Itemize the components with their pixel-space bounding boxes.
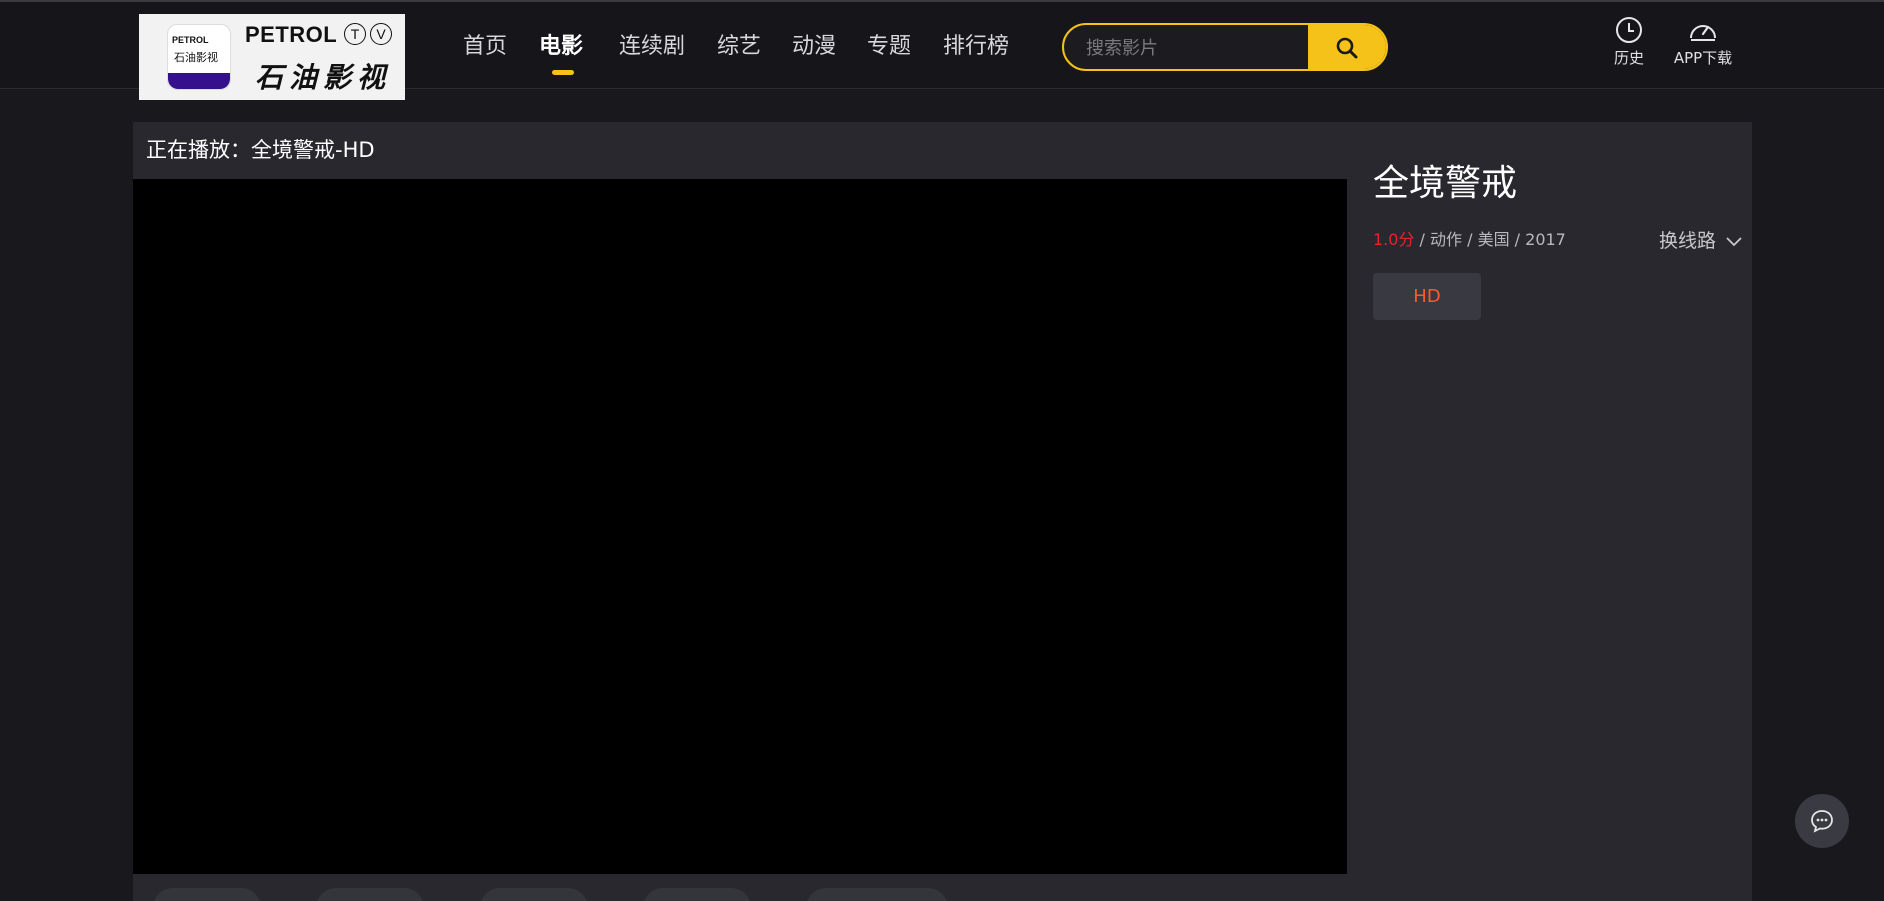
nav-item-home[interactable]: 首页 [463, 28, 507, 60]
logo-badge-cn: 石油影视 [174, 51, 218, 64]
movie-meta-info: / 动作 / 美国 / 2017 [1414, 230, 1566, 249]
search-input[interactable] [1084, 25, 1308, 69]
site-logo[interactable]: PETROL 石油影视 PETROL TV 石油影视 [139, 14, 405, 100]
switch-source-label: 换线路 [1659, 230, 1717, 252]
nav-item-anime[interactable]: 动漫 [792, 28, 836, 60]
movie-meta: 1.0分 / 动作 / 美国 / 2017 [1373, 226, 1566, 250]
app-download-button[interactable]: APP下载 [1666, 16, 1740, 68]
logo-brand-en: PETROL [245, 22, 338, 47]
now-playing-title: 正在播放：全境警戒-HD [146, 138, 375, 162]
episode-button[interactable]: HD [1373, 273, 1481, 320]
nav-item-ranking[interactable]: 排行榜 [943, 28, 1009, 60]
logo-tv-letter: V [370, 23, 392, 45]
history-button[interactable]: 历史 [1609, 16, 1649, 68]
logo-brand-cn: 石油影视 [255, 61, 392, 94]
search-button[interactable] [1308, 25, 1386, 69]
action-pill[interactable] [153, 888, 261, 901]
app-download-label: APP下载 [1673, 49, 1733, 67]
search-box [1062, 23, 1388, 71]
action-bar [133, 874, 1347, 901]
switch-source-dropdown[interactable]: 换线路 [1659, 226, 1742, 253]
action-pill[interactable] [316, 888, 424, 901]
action-pill[interactable] [643, 888, 751, 901]
movie-title: 全境警戒 [1373, 163, 1518, 204]
chat-button[interactable] [1795, 794, 1849, 848]
nav-item-variety[interactable]: 综艺 [717, 28, 761, 60]
nav-item-series[interactable]: 连续剧 [619, 28, 685, 60]
chevron-down-icon [1726, 236, 1742, 246]
action-pill[interactable] [480, 888, 588, 901]
clock-icon [1616, 17, 1642, 43]
speedometer-icon [1690, 25, 1716, 41]
chat-icon [1811, 810, 1833, 833]
logo-badge-band [168, 73, 230, 89]
search-icon [1336, 37, 1358, 59]
nav-item-movies[interactable]: 电影 [539, 28, 583, 60]
movie-score: 1.0分 [1373, 230, 1415, 249]
logo-badge-text: PETROL [172, 35, 209, 45]
logo-badge: PETROL 石油影视 [167, 24, 231, 90]
nav-active-indicator [552, 70, 574, 75]
logo-brand-tv: TV [344, 23, 396, 45]
history-label: 历史 [1613, 49, 1644, 67]
video-player[interactable] [133, 179, 1347, 874]
nav-item-topics[interactable]: 专题 [867, 28, 911, 60]
action-pill[interactable] [806, 888, 948, 901]
site-header: PETROL 石油影视 PETROL TV 石油影视 首页 电影 连续剧 综艺 … [0, 2, 1884, 100]
logo-tv-letter: T [344, 23, 366, 45]
